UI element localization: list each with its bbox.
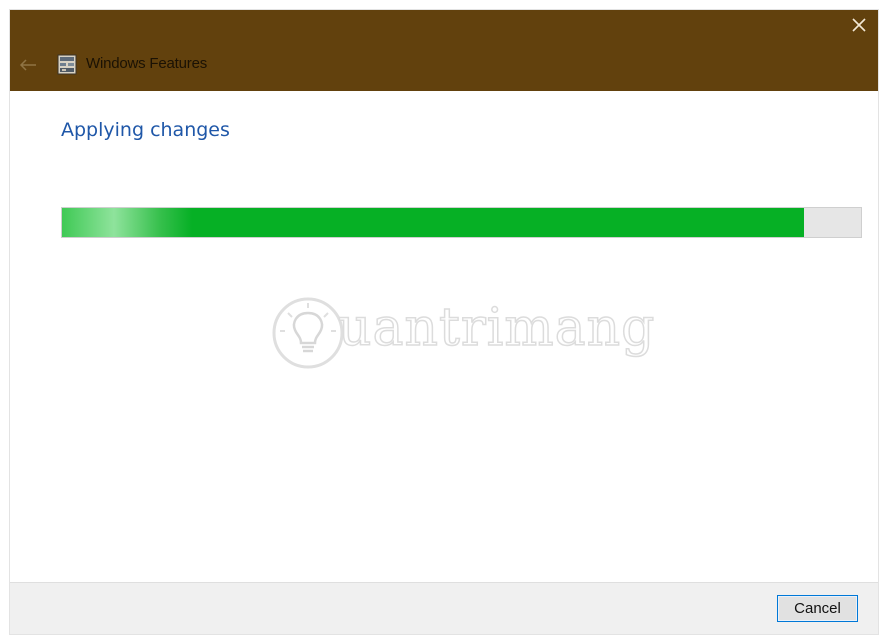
page-title: Applying changes	[61, 119, 230, 141]
watermark-text: uantrimang	[337, 297, 656, 359]
footer-bar: Cancel	[10, 582, 878, 634]
window-title: Windows Features	[86, 55, 208, 72]
progress-bar	[61, 207, 862, 238]
lightbulb-icon	[272, 297, 344, 369]
progress-bar-glow	[62, 208, 192, 237]
back-arrow-icon	[19, 59, 36, 71]
close-button[interactable]	[840, 10, 878, 40]
cancel-button[interactable]: Cancel	[777, 595, 858, 622]
title-bar: Windows Features	[10, 10, 878, 91]
back-button[interactable]	[17, 54, 39, 76]
watermark-logo: uantrimang	[268, 288, 655, 378]
close-icon	[852, 18, 866, 32]
windows-features-dialog: Windows Features Applying changes uantri…	[9, 9, 879, 635]
windows-features-icon	[57, 54, 77, 75]
